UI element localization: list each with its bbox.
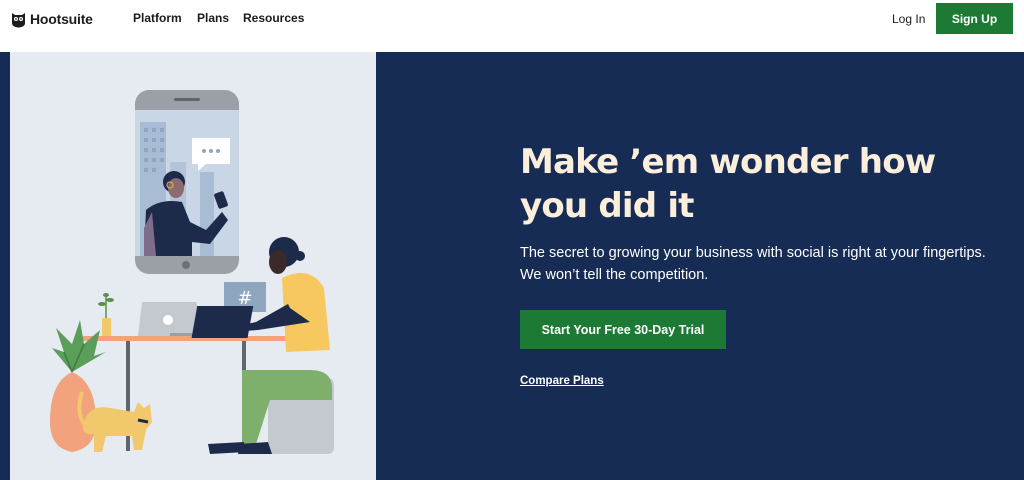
hero-subtext: The secret to growing your business with… (520, 245, 986, 283)
hero-content: Make ’em wonder how you did it The secre… (376, 52, 1024, 480)
hero-headline: Make ’em wonder how you did it (520, 142, 936, 226)
signup-button[interactable]: Sign Up (936, 3, 1013, 34)
hashtag-text: # (237, 288, 252, 309)
hero-illustration: # (10, 52, 376, 480)
nav-platform[interactable]: Platform (133, 11, 182, 25)
owl-icon (12, 12, 25, 27)
compare-plans-link[interactable]: Compare Plans (520, 375, 604, 387)
small-plant (98, 293, 114, 336)
start-trial-button[interactable]: Start Your Free 30-Day Trial (520, 310, 726, 349)
top-nav: Hootsuite Platform Plans Resources Log I… (0, 0, 1024, 52)
hootsuite-logo[interactable]: Hootsuite (11, 9, 93, 29)
nav-resources[interactable]: Resources (243, 11, 304, 25)
illustration-svg: # (50, 90, 334, 454)
brand-name: Hootsuite (30, 11, 93, 27)
nav-plans[interactable]: Plans (197, 11, 229, 25)
login-link[interactable]: Log In (892, 12, 925, 26)
hero-left-edge (0, 52, 10, 480)
phone-illustration (135, 90, 239, 274)
